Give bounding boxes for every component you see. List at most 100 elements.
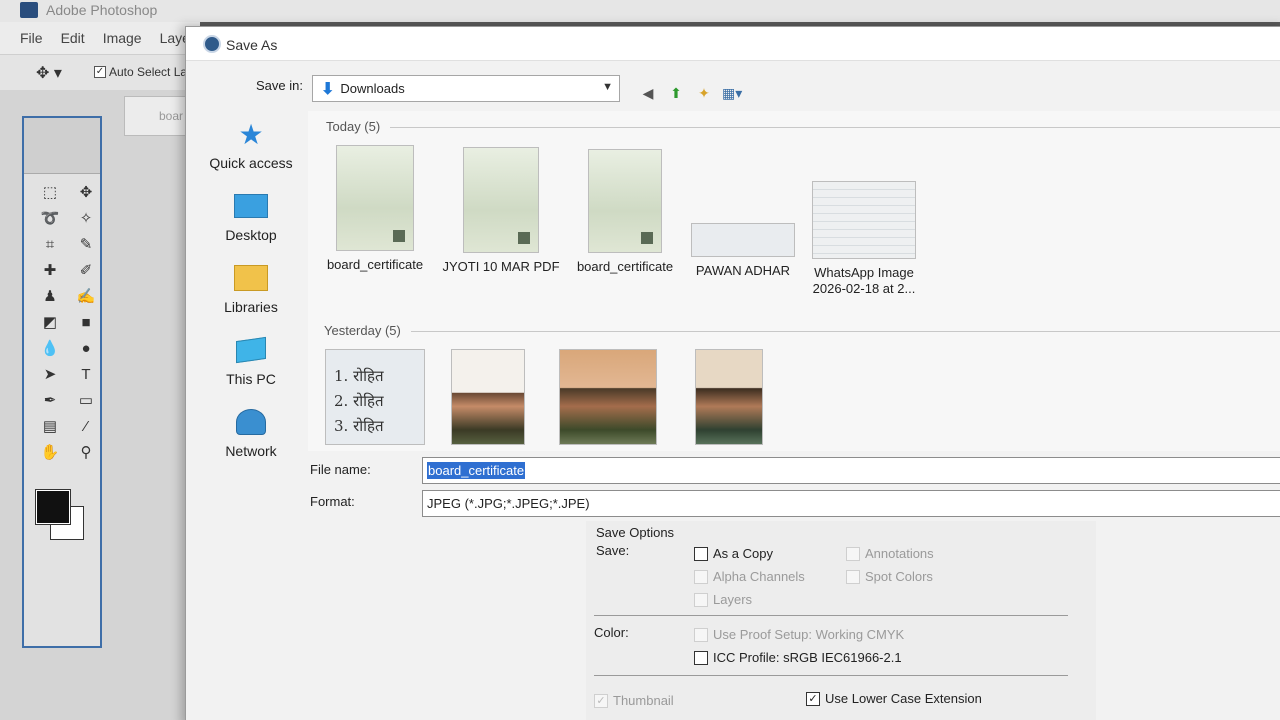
notes-tool-icon[interactable]: ▤ <box>36 416 64 438</box>
magic-wand-tool-icon[interactable]: ✧ <box>72 208 100 230</box>
group-header-today[interactable]: Today (5) <box>326 119 1280 134</box>
place-libraries[interactable]: Libraries <box>196 263 306 315</box>
as-a-copy-checkbox[interactable] <box>694 546 708 561</box>
shape-tool-icon[interactable]: ▭ <box>72 390 100 412</box>
lasso-tool-icon[interactable]: ➰ <box>36 208 64 230</box>
annotations-option: Annotations <box>846 546 934 561</box>
view-menu-icon[interactable]: ▦▾ <box>722 83 742 103</box>
type-tool-icon[interactable]: T <box>72 364 100 386</box>
thumbnail-checkbox: ✓ <box>594 693 608 708</box>
save-in-value: Downloads <box>340 81 405 96</box>
move-tool-icon[interactable]: ✥ <box>72 182 100 204</box>
menu-file[interactable]: File <box>20 30 43 54</box>
file-name: WhatsApp Image <box>814 265 914 280</box>
file-item[interactable]: WhatsApp Image 2026-02-18 at 2... <box>796 181 932 297</box>
annotations-label: Annotations <box>865 546 934 561</box>
save-in-label: Save in: <box>256 78 303 93</box>
lower-case-extension-checkbox[interactable]: ✓ <box>806 691 820 706</box>
healing-brush-tool-icon[interactable]: ✚ <box>36 260 64 282</box>
place-this-pc[interactable]: This PC <box>196 335 306 387</box>
save-in-dropdown[interactable]: ⬇ Downloads ▼ <box>312 75 620 102</box>
move-tool-icon[interactable]: ✥ ▾ <box>36 63 62 83</box>
dialog-titlebar: Save As <box>186 27 1280 61</box>
places-bar: ★ Quick access Desktop Libraries This PC… <box>196 111 306 471</box>
auto-select-option[interactable]: ✓ Auto Select Lay <box>94 65 193 79</box>
format-dropdown[interactable]: JPEG (*.JPG;*.JPEG;*.JPE) <box>422 490 1280 517</box>
photoshop-logo-icon <box>20 2 38 18</box>
eraser-tool-icon[interactable]: ◩ <box>36 312 64 334</box>
toolbox-header <box>24 118 100 174</box>
icc-profile-checkbox[interactable] <box>694 650 708 665</box>
back-icon[interactable]: ◀ <box>638 83 658 103</box>
file-item[interactable] <box>450 349 526 451</box>
file-name-line2: 2026-02-18 at 2... <box>812 281 916 296</box>
thumbnail-option: ✓ Thumbnail <box>594 693 674 708</box>
thumb-text-line: 3. रोहित <box>334 417 384 435</box>
layers-label: Layers <box>713 592 753 607</box>
selection-tool-icon[interactable]: ➤ <box>36 364 64 386</box>
file-name-value: board_certificate <box>427 462 526 479</box>
thumb-text-line: 1. रोहित <box>334 367 384 385</box>
file-thumbnail: 1. रोहित 2. रोहित 3. रोहित <box>325 349 425 445</box>
auto-select-checkbox[interactable]: ✓ <box>94 66 106 78</box>
file-item[interactable] <box>558 349 658 451</box>
file-name-input[interactable]: board_certificate <box>422 457 1280 484</box>
file-thumbnail <box>691 223 795 257</box>
menu-image[interactable]: Image <box>103 30 142 54</box>
file-item[interactable]: 1. रोहित 2. रोहित 3. रोहित <box>324 349 426 451</box>
file-thumbnail <box>451 349 525 445</box>
thumbnail-label: Thumbnail <box>613 693 674 708</box>
hand-tool-icon[interactable]: ✋ <box>36 442 64 464</box>
place-label: Network <box>225 443 277 459</box>
file-name: JYOTI 10 MAR PDF <box>442 259 560 274</box>
document-tab-label: boar <box>159 109 184 123</box>
stamp-tool-icon[interactable]: ♟ <box>36 286 64 308</box>
file-item[interactable] <box>694 349 764 451</box>
options-divider <box>594 675 1068 676</box>
photoshop-options-bar: ✥ ▾ ✓ Auto Select Lay <box>0 54 200 90</box>
gradient-tool-icon[interactable]: ■ <box>72 312 100 334</box>
file-name-label: File name: <box>310 462 371 477</box>
file-thumbnail <box>463 147 539 253</box>
blur-tool-icon[interactable]: 💧 <box>36 338 64 360</box>
place-desktop[interactable]: Desktop <box>196 191 306 243</box>
history-brush-tool-icon[interactable]: ✍ <box>72 286 100 308</box>
color-swatches[interactable] <box>35 489 96 550</box>
dodge-tool-icon[interactable]: ● <box>72 338 100 360</box>
as-a-copy-label: As a Copy <box>713 546 773 561</box>
marquee-tool-icon[interactable]: ⬚ <box>36 182 64 204</box>
new-folder-icon[interactable]: ✦ <box>694 83 714 103</box>
menu-edit[interactable]: Edit <box>61 30 85 54</box>
group-header-yesterday[interactable]: Yesterday (5) <box>324 323 1280 338</box>
file-item[interactable]: PAWAN ADHAR <box>678 223 808 279</box>
file-list: Today (5) board_certificate JYOTI 10 MAR… <box>308 111 1280 451</box>
foreground-color-swatch[interactable] <box>35 489 71 525</box>
options-divider <box>594 615 1068 616</box>
zoom-tool-icon[interactable]: ⚲ <box>72 442 100 464</box>
up-folder-icon[interactable]: ⬆ <box>666 83 686 103</box>
file-item[interactable]: board_certificate <box>560 149 690 275</box>
file-thumbnail <box>559 349 657 445</box>
navigation-toolbar: ◀ ⬆ ✦ ▦▾ <box>638 83 743 103</box>
slice-tool-icon[interactable]: ✎ <box>72 234 100 256</box>
file-item[interactable]: board_certificate <box>310 145 440 273</box>
alpha-channels-option: Alpha Channels <box>694 569 805 584</box>
place-quick-access[interactable]: ★ Quick access <box>196 119 306 172</box>
place-network[interactable]: Network <box>196 407 306 459</box>
lower-case-extension-option[interactable]: ✓ Use Lower Case Extension <box>806 691 982 706</box>
format-value: JPEG (*.JPG;*.JPEG;*.JPE) <box>427 496 590 511</box>
file-name: board_certificate <box>576 259 674 274</box>
eyedropper-tool-icon[interactable]: ⁄ <box>72 416 100 438</box>
file-thumbnail <box>588 149 662 253</box>
annotations-checkbox <box>846 546 860 561</box>
brush-tool-icon[interactable]: ✐ <box>72 260 100 282</box>
save-as-dialog: Save As Save in: ⬇ Downloads ▼ ◀ ⬆ ✦ ▦▾ … <box>185 26 1280 720</box>
as-a-copy-option[interactable]: As a Copy <box>694 546 773 561</box>
photoshop-menubar: File Edit Image Layer <box>0 22 200 54</box>
file-thumbnail <box>695 349 763 445</box>
use-proof-setup-checkbox <box>694 627 708 642</box>
crop-tool-icon[interactable]: ⌗ <box>36 234 64 256</box>
file-item[interactable]: JYOTI 10 MAR PDF <box>436 147 566 275</box>
icc-profile-option[interactable]: ICC Profile: sRGB IEC61966-2.1 <box>694 650 902 665</box>
pen-tool-icon[interactable]: ✒ <box>36 390 64 412</box>
